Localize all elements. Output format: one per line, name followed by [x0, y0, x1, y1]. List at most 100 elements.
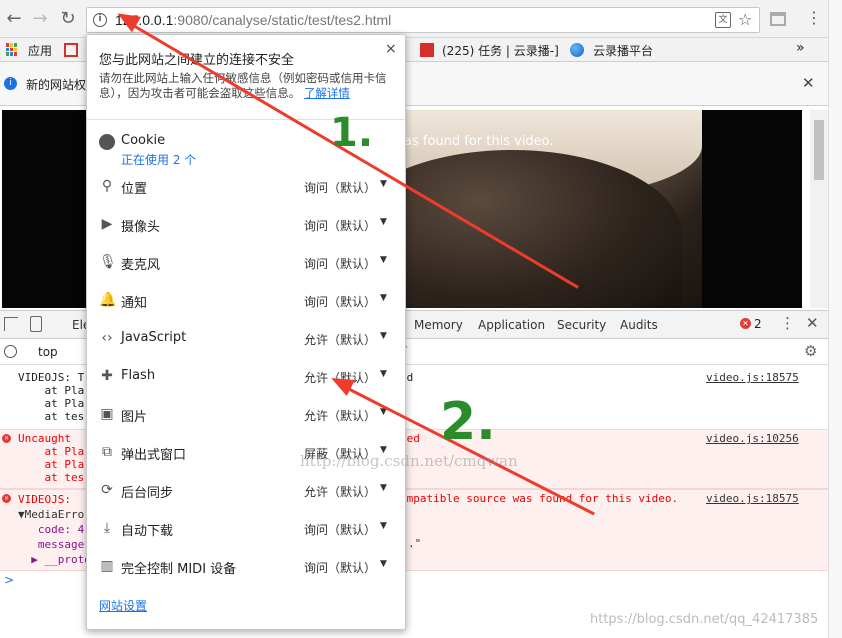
permission-value-select[interactable]: 询问（默认） [304, 217, 376, 234]
permission-value-select[interactable]: 允许（默认） [304, 483, 376, 500]
console-settings-icon[interactable]: ⚙ [804, 342, 817, 360]
image-icon: ▣ [100, 406, 114, 422]
error-icon[interactable]: ✕ [740, 318, 751, 329]
chevron-down-icon[interactable]: ▼ [380, 521, 387, 531]
sync-icon: ⟳ [101, 482, 113, 498]
page-scrollbar-thumb[interactable] [814, 120, 824, 180]
cookie-in-use-link[interactable]: 正在使用 2 个 [121, 151, 196, 168]
bookmark-apps[interactable]: 应用 [28, 42, 52, 59]
bookmark-favicon[interactable] [64, 43, 78, 57]
side-panel-edge [828, 0, 842, 638]
error-tail: ompatible source was found for this vide… [400, 492, 679, 505]
permission-value-select[interactable]: 允许（默认） [304, 407, 376, 424]
video-error-message: as found for this video. [404, 134, 554, 149]
popup-title: 您与此网站之间建立的连接不安全 [99, 53, 295, 68]
browser-toolbar: ← → ↻ i 127.0.0.1:9080/canalyse/static/t… [0, 0, 842, 38]
tab-security[interactable]: Security [557, 318, 606, 332]
translate-icon[interactable]: 文 [715, 12, 731, 28]
permission-value-select[interactable]: 屏蔽（默认） [304, 445, 376, 462]
globe-icon [570, 43, 584, 57]
learn-more-link[interactable]: 了解详情 [304, 86, 350, 100]
permission-row-7: ▣ 图片 允许（默认） ▼ [87, 395, 405, 433]
chevron-down-icon[interactable]: ▼ [380, 559, 387, 569]
permission-row-3: 🎙 麦克风 询问（默认） ▼ [87, 243, 405, 281]
code-icon: ‹› [101, 330, 113, 346]
task-favicon [420, 43, 434, 57]
address-bar[interactable]: i 127.0.0.1:9080/canalyse/static/test/te… [86, 7, 760, 33]
infobar-close-button[interactable]: ✕ [802, 74, 815, 92]
star-icon[interactable]: ☆ [738, 10, 752, 29]
permission-name: Flash [121, 368, 156, 383]
error-source-link[interactable]: video.js:10256 [706, 432, 799, 445]
chevron-down-icon[interactable]: ▼ [380, 179, 387, 189]
context-select[interactable]: top [38, 345, 58, 359]
tab-audits[interactable]: Audits [620, 318, 658, 332]
log-source-link[interactable]: video.js:18575 [706, 371, 799, 384]
bell-icon: 🔔 [99, 292, 117, 308]
download-icon: ⤓ [103, 520, 111, 536]
infobar-text: 新的网站权 [26, 78, 87, 92]
clear-console-icon[interactable] [4, 345, 17, 358]
tab-memory[interactable]: Memory [414, 318, 463, 332]
error-icon: ✕ [2, 494, 11, 503]
chevron-down-icon[interactable]: ▼ [380, 407, 387, 417]
bookmarks-more[interactable]: » [796, 40, 805, 56]
permission-name: 图片 [121, 410, 148, 425]
permission-name: 通知 [121, 296, 148, 311]
apps-icon[interactable] [6, 43, 19, 56]
chevron-down-icon[interactable]: ▼ [380, 369, 387, 379]
chevron-down-icon[interactable]: ▼ [380, 293, 387, 303]
permission-value-select[interactable]: 询问（默认） [304, 255, 376, 272]
chevron-down-icon[interactable]: ▼ [380, 445, 387, 455]
url-text: 127.0.0.1:9080/canalyse/static/test/tes2… [115, 12, 391, 28]
site-info-popup: 您与此网站之间建立的连接不安全 × 请勿在此网站上输入任何敏感信息（例如密码或信… [86, 34, 406, 630]
midi-icon: ▥ [100, 558, 114, 574]
devtools-menu-icon[interactable]: ⋮ [780, 314, 795, 332]
inspect-icon[interactable] [4, 317, 18, 331]
divider [87, 119, 405, 120]
error-lines: Uncaught at Pla at Pla at tes [18, 432, 85, 484]
permission-value-select[interactable]: 询问（默认） [304, 293, 376, 310]
permission-row-2: ▶ 摄像头 询问（默认） ▼ [87, 205, 405, 243]
microphone-icon: 🎙 [99, 254, 117, 270]
permission-value-select[interactable]: 允许（默认） [304, 331, 376, 348]
bookmark-task[interactable]: (225) 任务 | 云录播-] [442, 42, 559, 59]
permission-name: 后台同步 [121, 486, 174, 501]
site-settings-link[interactable]: 网站设置 [99, 597, 147, 614]
permission-row-5: ‹› JavaScript 允许（默认） ▼ [87, 319, 405, 357]
permission-value-select[interactable]: 询问（默认） [304, 179, 376, 196]
permission-row-1: ⚲ 位置 询问（默认） ▼ [87, 167, 405, 205]
forward-icon[interactable]: → [30, 9, 50, 29]
permission-row-4: 🔔 通知 询问（默认） ▼ [87, 281, 405, 319]
menu-icon[interactable]: ⋮ [806, 8, 822, 27]
chevron-down-icon[interactable]: ▼ [380, 217, 387, 227]
permission-value-select[interactable]: 询问（默认） [304, 521, 376, 538]
permission-value-select[interactable]: 询问（默认） [304, 559, 376, 576]
cast-icon[interactable] [770, 12, 786, 26]
cookie-icon [99, 134, 115, 150]
chevron-down-icon[interactable]: ▼ [380, 255, 387, 265]
error-source-link[interactable]: video.js:18575 [706, 492, 799, 505]
console-prompt[interactable]: > [4, 573, 14, 587]
device-icon[interactable] [30, 316, 42, 332]
url-host: 127.0.0.1 [115, 12, 174, 28]
error-icon: ✕ [2, 434, 11, 443]
bookmark-platform[interactable]: 云录播平台 [593, 42, 653, 59]
chevron-down-icon[interactable]: ▼ [380, 483, 387, 493]
permission-name: 弹出式窗口 [121, 448, 187, 463]
permission-value-select[interactable]: 允许（默认） [304, 369, 376, 386]
info-badge-icon: i [4, 77, 17, 90]
popup-description: 请勿在此网站上输入任何敏感信息（例如密码或信用卡信息），因为攻击者可能会盗取这些… [99, 71, 387, 100]
tab-application[interactable]: Application [478, 318, 545, 332]
error-count[interactable]: 2 [754, 317, 762, 331]
permission-name: 自动下载 [121, 524, 174, 539]
devtools-close-icon[interactable]: ✕ [806, 314, 819, 332]
log-lines: VIDEOJS: T at Pla at Pla at tes [18, 371, 85, 423]
permission-row-9: ⟳ 后台同步 允许（默认） ▼ [87, 471, 405, 509]
reload-icon[interactable]: ↻ [58, 9, 78, 29]
popup-close-button[interactable]: × [385, 41, 397, 57]
info-icon[interactable]: i [93, 13, 107, 27]
chevron-down-icon[interactable]: ▼ [380, 331, 387, 341]
back-icon[interactable]: ← [4, 9, 24, 29]
permission-row-10: ⤓ 自动下载 询问（默认） ▼ [87, 509, 405, 547]
